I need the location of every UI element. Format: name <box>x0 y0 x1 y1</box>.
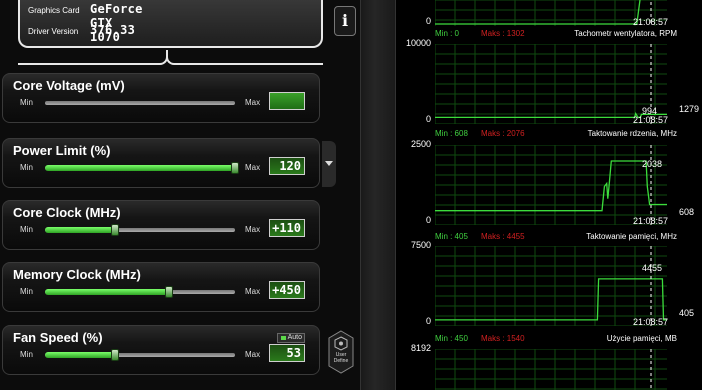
fan-speed-value-field[interactable]: 53 <box>269 344 305 362</box>
expand-voltage-button[interactable] <box>322 141 336 187</box>
graph-3-time: 21:08:57 <box>633 216 669 226</box>
memory-clock-slider[interactable] <box>45 286 235 298</box>
memory-clock-title: Memory Clock (MHz) <box>13 267 141 282</box>
graph-title: Tachometr wentylatora, RPM <box>574 29 677 38</box>
graph-5-plot <box>435 349 667 390</box>
graph-5-max-scale: 8192 <box>410 343 431 353</box>
graph-max-label: Maks : 4455 <box>481 232 525 241</box>
user-define-line-2: Define <box>333 358 349 364</box>
graph-3-legend: Min : 405 Maks : 4455 Taktowanie pamięci, … <box>435 231 677 243</box>
graph-title: Taktowanie pamięci, MHz <box>586 232 677 241</box>
power-limit-min-label: Min <box>20 163 33 172</box>
graph-1-zero-label: 0 <box>425 16 431 26</box>
driver-version-row: Driver Version 376.33 <box>28 23 135 37</box>
core-voltage-title: Core Voltage (mV) <box>13 78 125 93</box>
core-clock-max-label: Max <box>245 225 261 234</box>
graph-4-zero-label: 0 <box>425 316 431 326</box>
info-button[interactable]: i <box>334 6 356 36</box>
graph-3-plot <box>435 145 667 225</box>
graph-title: Użycie pamięci, MB <box>606 334 677 343</box>
core-voltage-slider[interactable] <box>45 101 235 105</box>
memory-clock-slider-fill <box>45 289 169 295</box>
graph-4-series-line <box>435 278 667 321</box>
graph-4-current-value: 4455 <box>642 263 663 273</box>
core-clock-panel: Core Clock (MHz) Min Max +110 <box>2 200 320 250</box>
panel-divider <box>360 0 396 390</box>
memory-clock-min-label: Min <box>20 287 33 296</box>
graph-min-label: Min : 0 <box>435 29 460 38</box>
driver-version-value: 376.33 <box>90 23 136 37</box>
power-limit-slider-fill <box>45 165 235 171</box>
power-limit-value-field[interactable]: 120 <box>269 157 305 175</box>
gpu-info-box: Graphics Card GeForce GTX 1070 Driver Ve… <box>18 0 323 48</box>
memory-clock-max-label: Max <box>245 287 261 296</box>
graph-1-time: 21:08:57 <box>633 17 669 27</box>
graph-4-max-scale: 7500 <box>410 240 431 250</box>
graph-3-right-value: 608 <box>679 207 695 217</box>
graph-min-label: Min : 450 <box>435 334 468 343</box>
auto-led-icon <box>281 336 286 340</box>
graph-min-label: Min : 608 <box>435 129 468 138</box>
fan-speed-slider[interactable] <box>45 349 235 361</box>
memory-clock-panel: Memory Clock (MHz) Min Max +450 <box>2 262 320 312</box>
core-clock-title: Core Clock (MHz) <box>13 205 121 220</box>
fan-auto-label: Auto <box>287 334 302 341</box>
graph-max-label: Maks : 2076 <box>481 129 525 138</box>
graph-max-label: Maks : 1302 <box>481 29 525 38</box>
graph-2-max-scale: 10000 <box>405 38 431 48</box>
user-define-button[interactable]: User Define <box>328 330 354 374</box>
core-clock-slider[interactable] <box>45 224 235 236</box>
info-box-tab-edge <box>18 50 323 66</box>
core-clock-value-field[interactable]: +110 <box>269 219 305 237</box>
chevron-down-icon <box>325 161 333 166</box>
core-clock-min-label: Min <box>20 225 33 234</box>
core-voltage-max-label: Max <box>245 98 261 107</box>
power-limit-slider-handle[interactable] <box>231 162 239 174</box>
graph-title: Taktowanie rdzenia, MHz <box>587 129 677 138</box>
power-limit-slider[interactable] <box>45 162 239 174</box>
fan-auto-button[interactable]: Auto <box>277 333 305 343</box>
power-limit-max-label: Max <box>245 163 261 172</box>
memory-clock-value-field[interactable]: +450 <box>269 281 305 299</box>
graph-4-right-value: 405 <box>679 308 695 318</box>
graph-1-legend: Min : 0 Maks : 1302 Tachometr wentylatora,… <box>435 28 677 40</box>
graph-4-time: 21:08:57 <box>633 317 669 327</box>
graph-3-current-value: 2038 <box>642 159 663 169</box>
core-voltage-min-label: Min <box>20 98 33 107</box>
power-limit-panel: Power Limit (%) Min Max 120 <box>2 138 320 188</box>
core-clock-slider-fill <box>45 227 116 233</box>
core-voltage-value-field[interactable] <box>269 92 305 110</box>
graphics-card-label: Graphics Card <box>28 6 80 15</box>
power-limit-title: Power Limit (%) <box>13 143 111 158</box>
core-voltage-panel: Core Voltage (mV) Min Max <box>2 73 320 123</box>
fan-speed-min-label: Min <box>20 350 33 359</box>
user-define-text: User Define <box>328 352 354 364</box>
memory-clock-slider-handle[interactable] <box>164 286 173 298</box>
fan-speed-max-label: Max <box>245 350 261 359</box>
graphics-card-row: Graphics Card GeForce GTX 1070 <box>28 2 142 44</box>
fan-speed-title: Fan Speed (%) <box>13 330 103 345</box>
graph-2-legend: Min : 608 Maks : 2076 Taktowanie rdzenia, … <box>435 128 677 140</box>
graph-2-zero-label: 0 <box>425 114 431 124</box>
fan-speed-slider-fill <box>45 352 116 358</box>
fan-speed-slider-handle[interactable] <box>111 349 120 361</box>
control-panel: Graphics Card GeForce GTX 1070 Driver Ve… <box>0 0 360 390</box>
graph-4-legend: Min : 450 Maks : 1540 Użycie pamięci, MB <box>435 333 677 345</box>
graph-2-plot <box>435 44 667 124</box>
graph-3-series-line <box>435 160 667 212</box>
graph-min-label: Min : 405 <box>435 232 468 241</box>
fan-speed-panel: Fan Speed (%) Min Max 53 <box>2 325 320 375</box>
driver-version-label: Driver Version <box>28 27 79 36</box>
info-tab-left <box>18 50 168 65</box>
monitoring-graphs: 0 21:08:57 Min : 0 Maks : 1302 Tachometr wen… <box>398 0 702 390</box>
info-tab-right <box>166 50 323 65</box>
graph-2-time: 21:08:57 <box>633 115 669 125</box>
graph-max-label: Maks : 1540 <box>481 334 525 343</box>
graph-3-zero-label: 0 <box>425 215 431 225</box>
graph-3-max-scale: 2500 <box>410 139 431 149</box>
graph-2-right-value: 1279 <box>679 104 700 114</box>
msi-afterburner-window: Graphics Card GeForce GTX 1070 Driver Ve… <box>0 0 702 390</box>
graph-4-plot <box>435 246 667 326</box>
core-clock-slider-handle[interactable] <box>111 224 120 236</box>
